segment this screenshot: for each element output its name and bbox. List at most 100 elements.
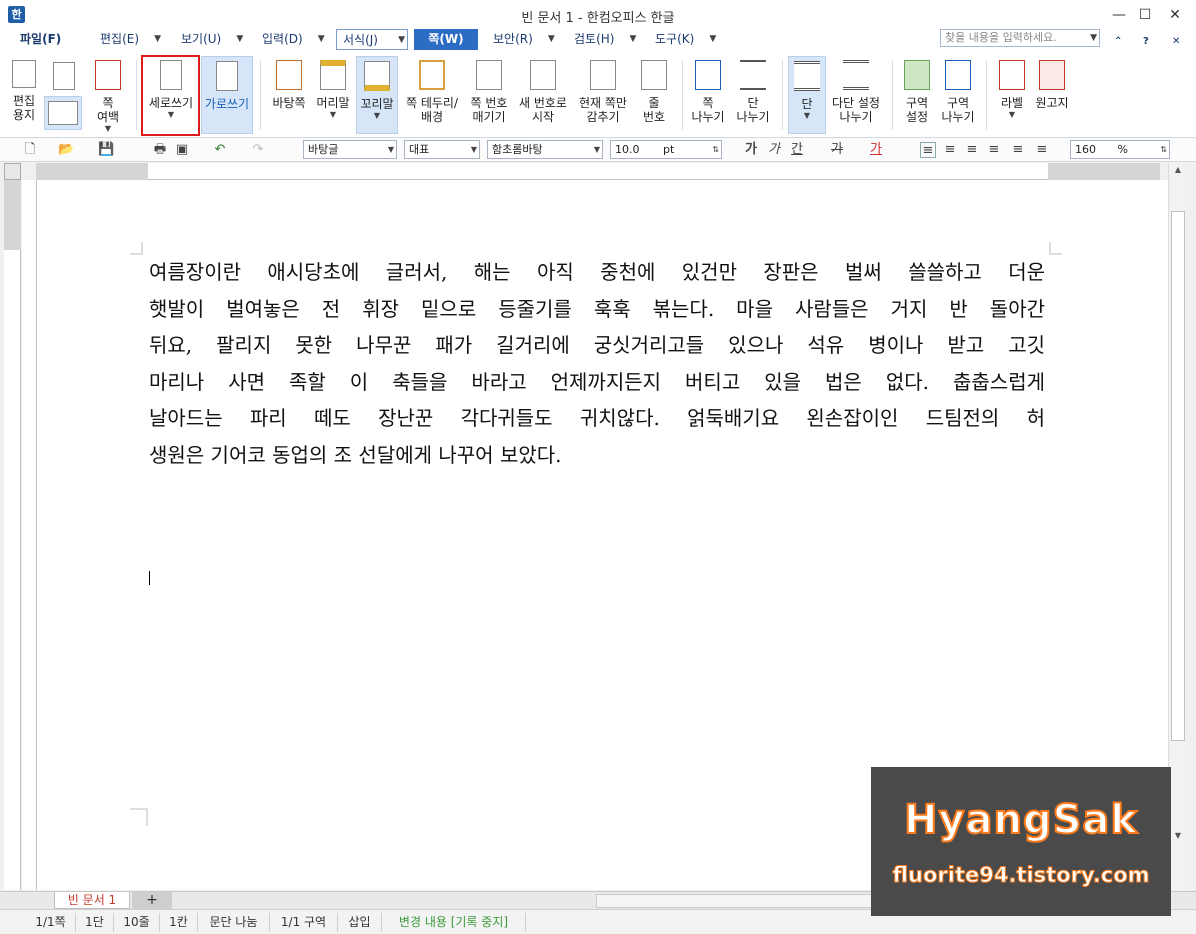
- background-page-button[interactable]: 바탕쪽: [268, 56, 310, 134]
- page-break-button[interactable]: 쪽 나누기: [688, 56, 728, 134]
- undo-icon[interactable]: ↶: [212, 142, 228, 158]
- margin-icon: [95, 60, 121, 90]
- manuscript-icon: [1039, 60, 1065, 90]
- menu-input[interactable]: 입력(D) ▼: [256, 29, 325, 50]
- landscape-page-button[interactable]: [44, 96, 82, 130]
- menu-page[interactable]: 쪽(W): [414, 29, 478, 50]
- page-number-icon: [476, 60, 502, 90]
- align-center-icon[interactable]: ≡: [964, 142, 980, 158]
- column-break-button[interactable]: 단 나누기: [732, 56, 774, 134]
- help-button[interactable]: ?: [1143, 36, 1149, 47]
- minimize-button[interactable]: —: [1108, 4, 1130, 26]
- menu-tools-label: 도구(K): [655, 32, 695, 46]
- close-button[interactable]: ✕: [1164, 4, 1186, 26]
- add-tab-button[interactable]: +: [132, 892, 172, 909]
- open-folder-icon[interactable]: 📂: [58, 142, 74, 158]
- section-break-button[interactable]: 구역 나누기: [938, 56, 978, 134]
- close-document-button[interactable]: ✕: [1172, 36, 1180, 47]
- vertical-ruler[interactable]: [4, 180, 21, 890]
- edit-paper-button[interactable]: 편집 용지: [6, 56, 42, 134]
- horizontal-ruler[interactable]: [36, 163, 1160, 180]
- redo-icon[interactable]: ↷: [250, 142, 266, 158]
- menu-bar: 파일(F) 편집(E) ▼ 보기(U) ▼ 입력(D) ▼ 서식(J) ▼ 쪽(W) 보…: [0, 26, 1196, 52]
- scroll-thumb[interactable]: [1171, 211, 1185, 741]
- status-mode[interactable]: 삽입: [338, 913, 382, 932]
- menu-edit[interactable]: 편집(E) ▼: [94, 29, 161, 50]
- menu-format[interactable]: 서식(J) ▼: [336, 29, 408, 50]
- save-icon[interactable]: 💾: [98, 142, 114, 158]
- highlight-box: [141, 55, 200, 136]
- line-number-button[interactable]: 줄 번호: [635, 56, 673, 134]
- print-preview-icon[interactable]: ▣: [174, 142, 190, 158]
- menu-security[interactable]: 보안(R) ▼: [487, 29, 555, 50]
- font-color-button[interactable]: 가: [868, 142, 884, 158]
- document-tab[interactable]: 빈 문서 1: [54, 892, 130, 909]
- ribbon-separator: [986, 60, 987, 130]
- style-select[interactable]: 바탕글 ▼: [303, 140, 397, 159]
- hide-current-button[interactable]: 현재 쪽만 감추기: [574, 56, 632, 134]
- new-document-icon[interactable]: 🗋: [22, 142, 38, 158]
- new-number-button[interactable]: 새 번호로 시작: [515, 56, 571, 134]
- collapse-ribbon-button[interactable]: ⌃: [1114, 36, 1122, 47]
- columns-icon: [794, 61, 820, 91]
- horizontal-writing-button[interactable]: 가로쓰기: [201, 56, 253, 134]
- align-right-icon[interactable]: ≡: [986, 142, 1002, 158]
- bold-button[interactable]: 가: [743, 142, 759, 158]
- chevron-down-icon: ▼: [387, 145, 394, 154]
- chevron-down-icon[interactable]: ▼: [1090, 30, 1097, 46]
- maximize-button[interactable]: ☐: [1134, 4, 1156, 26]
- label-button[interactable]: 라벨 ▼: [994, 56, 1030, 134]
- footer-button[interactable]: 꼬리말 ▼: [356, 56, 398, 134]
- menu-tools[interactable]: 도구(K) ▼: [649, 29, 716, 50]
- ruler-margin-top: [4, 180, 21, 250]
- status-track-changes[interactable]: 변경 내용 [기록 중지]: [382, 913, 526, 932]
- multi-column-button[interactable]: 다단 설정 나누기: [828, 56, 884, 134]
- menu-view[interactable]: 보기(U) ▼: [175, 29, 243, 50]
- chevron-down-icon: ▼: [593, 145, 600, 154]
- strike-button[interactable]: 가: [829, 142, 845, 158]
- page-margin-button[interactable]: 쪽 여백 ▼: [88, 56, 128, 134]
- ruler-margin-left: [36, 163, 148, 180]
- ribbon-separator: [892, 60, 893, 130]
- divide-icon[interactable]: ≡: [1034, 142, 1050, 158]
- section-break-icon: [945, 60, 971, 90]
- chevron-down-icon: ▼: [329, 110, 337, 119]
- manuscript-button[interactable]: 원고지: [1032, 56, 1072, 134]
- zoom-input[interactable]: 160 % ⇅: [1070, 140, 1170, 159]
- menu-input-label: 입력(D): [262, 32, 303, 46]
- font-size-input[interactable]: 10.0 pt ⇅: [610, 140, 722, 159]
- scroll-up-icon[interactable]: ▲: [1169, 163, 1187, 177]
- horizontal-text-icon: [216, 61, 238, 91]
- page-number-button[interactable]: 쪽 번호 매기기: [466, 56, 512, 134]
- distribute-icon[interactable]: ≡: [1010, 142, 1026, 158]
- column-button[interactable]: 단 ▼: [788, 56, 826, 134]
- align-left-icon[interactable]: ≡: [942, 142, 958, 158]
- italic-button[interactable]: 가: [766, 142, 782, 158]
- font-value: 함초롬바탕: [492, 143, 543, 156]
- ribbon-separator: [682, 60, 683, 130]
- scroll-down-icon[interactable]: ▼: [1169, 829, 1187, 843]
- align-justify-icon[interactable]: ≡: [920, 142, 936, 158]
- status-page[interactable]: 1/1쪽: [26, 913, 76, 932]
- column-break-icon: [740, 60, 766, 90]
- stepper-icon: ⇅: [712, 145, 719, 154]
- print-icon[interactable]: 🖶: [152, 142, 168, 158]
- text-cursor: [149, 571, 150, 585]
- search-input[interactable]: 찾을 내용을 입력하세요. ▼: [940, 29, 1100, 47]
- language-select[interactable]: 대표 ▼: [404, 140, 480, 159]
- chevron-down-icon: ▼: [547, 34, 555, 44]
- underline-button[interactable]: 간: [789, 142, 805, 158]
- section-setup-button[interactable]: 구역 설정: [898, 56, 936, 134]
- font-select[interactable]: 함초롬바탕 ▼: [487, 140, 603, 159]
- menu-review[interactable]: 검토(H) ▼: [568, 29, 636, 50]
- page-border-button[interactable]: 쪽 테두리/ 배경: [401, 56, 463, 134]
- ruler-toggle[interactable]: [4, 163, 21, 180]
- menu-review-label: 검토(H): [574, 32, 615, 46]
- footer-label: 꼬리말: [360, 97, 394, 111]
- zoom-value: 160: [1075, 143, 1096, 156]
- corner-mark: [1049, 242, 1062, 255]
- menu-file[interactable]: 파일(F): [14, 29, 67, 50]
- search-placeholder: 찾을 내용을 입력하세요.: [945, 31, 1057, 44]
- document-body[interactable]: 여름장이란 애시당초에 글러서, 해는 아직 중천에 있건만 장판은 벌써 쓸쓸…: [149, 254, 1045, 473]
- header-button[interactable]: 머리말 ▼: [313, 56, 353, 134]
